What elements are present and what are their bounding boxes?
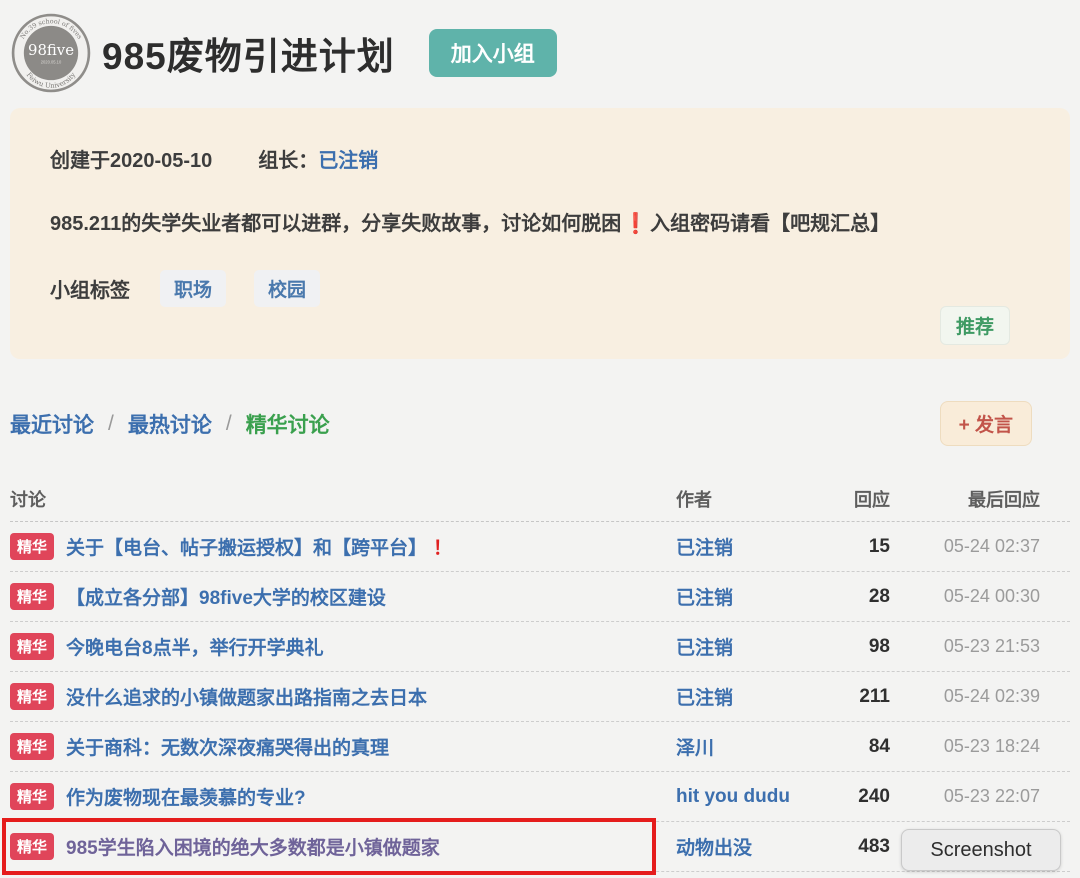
- topic-title-link[interactable]: 关于【电台、帖子搬运授权】和【跨平台】: [66, 533, 427, 560]
- table-row: 精华 关于商科：无数次深夜痛哭得出的真理 泽川 84 05-23 18:24: [10, 722, 1070, 772]
- description-text: 985.211的失学失业者都可以进群，分享失败故事，讨论如何脱困: [50, 213, 621, 235]
- meta-line: 创建于2020-05-10 组长： 已注销: [50, 144, 1030, 173]
- digest-badge: 精华: [10, 683, 54, 710]
- replies-count: 211: [844, 686, 890, 708]
- discussion-tabs: 最近讨论 / 最热讨论 / 精华讨论: [10, 409, 330, 439]
- exclamation-mark-icon: ❗: [621, 213, 650, 235]
- owner-label: 组长：: [258, 144, 318, 173]
- table-row: 精华 没什么追求的小镇做题家出路指南之去日本 已注销 211 05-24 02:…: [10, 672, 1070, 722]
- author-link[interactable]: 已注销: [676, 638, 733, 659]
- replies-count: 483: [844, 836, 890, 858]
- created-date: 创建于2020-05-10: [50, 144, 212, 173]
- logo-center-text: 98five: [28, 41, 74, 59]
- replies-count: 240: [844, 786, 890, 808]
- screenshot-overlay-button[interactable]: Screenshot: [901, 829, 1061, 871]
- tab-separator: /: [108, 412, 114, 436]
- last-reply-time: 05-23 22:07: [890, 786, 1070, 807]
- header-replies: 回应: [844, 486, 890, 512]
- tab-separator: /: [226, 412, 232, 436]
- new-post-button[interactable]: + 发言: [940, 401, 1032, 446]
- replies-count: 15: [844, 536, 890, 558]
- author-link[interactable]: hit you dudu: [676, 786, 790, 807]
- group-description: 985.211的失学失业者都可以进群，分享失败故事，讨论如何脱困❗入组密码请看【…: [50, 207, 1030, 236]
- page-header: No.39 school of fives Feiwu University 9…: [10, 0, 1070, 100]
- topic-cell: 精华 今晚电台8点半，举行开学典礼: [10, 633, 664, 660]
- red-exclamation-icon: ！: [433, 533, 452, 560]
- group-page: No.39 school of fives Feiwu University 9…: [0, 0, 1080, 872]
- tags-list: 职场 校园: [160, 270, 320, 307]
- recommend-button[interactable]: 推荐: [940, 306, 1010, 345]
- topic-title-link[interactable]: 关于商科：无数次深夜痛哭得出的真理: [66, 733, 389, 760]
- description-text-after: 入组密码请看【吧规汇总】: [650, 213, 890, 235]
- logo-date-text: 2020.05.10: [41, 59, 62, 64]
- topic-cell: 精华 关于商科：无数次深夜痛哭得出的真理: [10, 733, 664, 760]
- table-row: 精华 关于【电台、帖子搬运授权】和【跨平台】 ！ 已注销 15 05-24 02…: [10, 522, 1070, 572]
- table-header-row: 讨论 作者 回应 最后回应: [10, 476, 1070, 522]
- author-link[interactable]: 已注销: [676, 688, 733, 709]
- tab-digest-discussions[interactable]: 精华讨论: [246, 409, 330, 439]
- table-row: 精华 今晚电台8点半，举行开学典礼 已注销 98 05-23 21:53: [10, 622, 1070, 672]
- group-info-box: 创建于2020-05-10 组长： 已注销 985.211的失学失业者都可以进群…: [10, 108, 1070, 359]
- tab-recent-discussions[interactable]: 最近讨论: [10, 409, 94, 439]
- topic-cell: 精华 关于【电台、帖子搬运授权】和【跨平台】 ！: [10, 533, 664, 560]
- last-reply-time: 05-24 00:30: [890, 586, 1070, 607]
- digest-badge: 精华: [10, 533, 54, 560]
- topic-title-link[interactable]: 今晚电台8点半，举行开学典礼: [66, 633, 324, 660]
- discussion-table: 讨论 作者 回应 最后回应 精华 关于【电台、帖子搬运授权】和【跨平台】 ！ 已…: [10, 476, 1070, 872]
- digest-badge: 精华: [10, 783, 54, 810]
- tags-line: 小组标签 职场 校园: [50, 270, 1030, 307]
- header-topic: 讨论: [10, 486, 664, 512]
- topic-cell: 精华 【成立各分部】98five大学的校区建设: [10, 583, 664, 610]
- last-reply-time: 05-23 18:24: [890, 736, 1070, 757]
- tag-chip-workplace[interactable]: 职场: [160, 270, 226, 307]
- author-link[interactable]: 已注销: [676, 538, 733, 559]
- join-group-button[interactable]: 加入小组: [429, 29, 557, 77]
- page-title: 985废物引进计划: [102, 26, 395, 80]
- author-link[interactable]: 泽川: [676, 738, 714, 759]
- topic-cell: 精华 985学生陷入困境的绝大多数都是小镇做题家: [10, 833, 664, 860]
- digest-badge: 精华: [10, 733, 54, 760]
- tags-label: 小组标签: [50, 274, 130, 303]
- tag-chip-campus[interactable]: 校园: [254, 270, 320, 307]
- discussion-tabs-row: 最近讨论 / 最热讨论 / 精华讨论 + 发言: [10, 401, 1070, 446]
- tab-hottest-discussions[interactable]: 最热讨论: [128, 409, 212, 439]
- header-author: 作者: [664, 486, 844, 512]
- group-logo-stamp: No.39 school of fives Feiwu University 9…: [10, 12, 92, 94]
- digest-badge: 精华: [10, 633, 54, 660]
- last-reply-time: 05-24 02:37: [890, 536, 1070, 557]
- digest-badge: 精华: [10, 583, 54, 610]
- owner-link[interactable]: 已注销: [318, 144, 378, 173]
- replies-count: 84: [844, 736, 890, 758]
- replies-count: 28: [844, 586, 890, 608]
- topic-title-link[interactable]: 没什么追求的小镇做题家出路指南之去日本: [66, 683, 427, 710]
- topic-title-link[interactable]: 985学生陷入困境的绝大多数都是小镇做题家: [66, 833, 440, 860]
- topic-cell: 精华 没什么追求的小镇做题家出路指南之去日本: [10, 683, 664, 710]
- digest-badge: 精华: [10, 833, 54, 860]
- table-row: 精华 作为废物现在最羡慕的专业? hit you dudu 240 05-23 …: [10, 772, 1070, 822]
- header-last-reply: 最后回应: [890, 486, 1070, 512]
- replies-count: 98: [844, 636, 890, 658]
- author-link[interactable]: 已注销: [676, 588, 733, 609]
- topic-cell: 精华 作为废物现在最羡慕的专业?: [10, 783, 664, 810]
- topic-title-link[interactable]: 【成立各分部】98five大学的校区建设: [66, 583, 386, 610]
- last-reply-time: 05-23 21:53: [890, 636, 1070, 657]
- table-row: 精华 【成立各分部】98five大学的校区建设 已注销 28 05-24 00:…: [10, 572, 1070, 622]
- last-reply-time: 05-24 02:39: [890, 686, 1070, 707]
- author-link[interactable]: 动物出没: [676, 838, 752, 859]
- topic-title-link[interactable]: 作为废物现在最羡慕的专业?: [66, 783, 306, 810]
